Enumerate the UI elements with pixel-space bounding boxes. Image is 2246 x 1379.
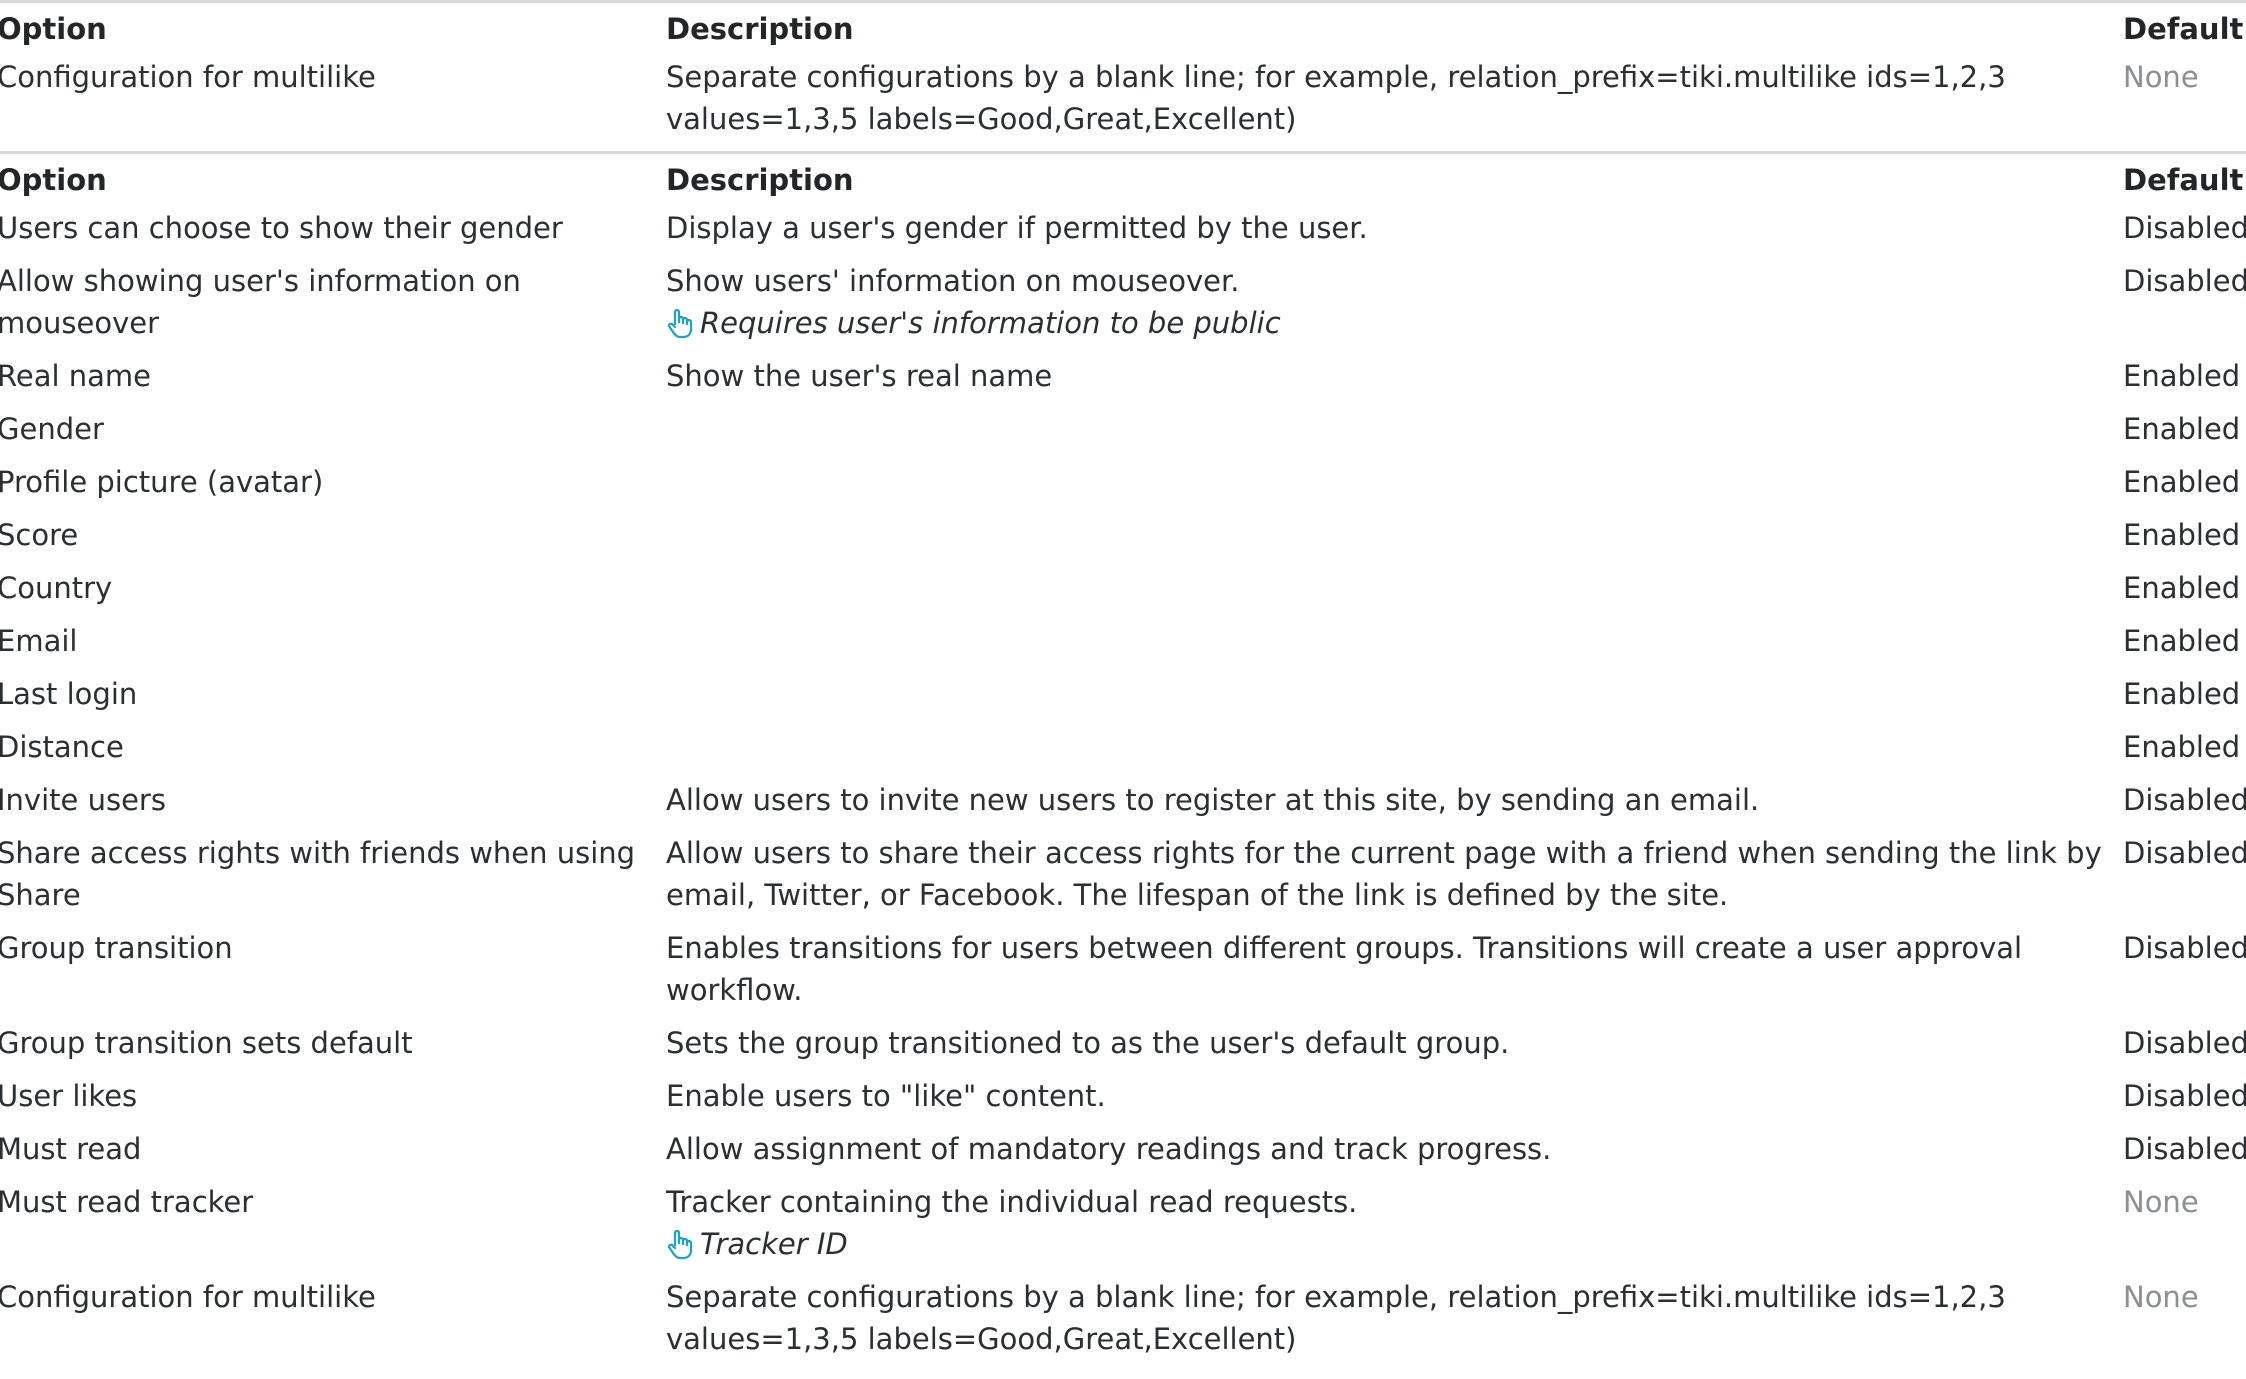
- option-description: Allow users to share their access rights…: [666, 836, 2102, 912]
- option-default: Disabled: [2123, 931, 2246, 965]
- table-row: Allow showing user's information on mous…: [0, 260, 2246, 355]
- option-default: Disabled: [2123, 1026, 2246, 1060]
- option-label: Configuration for multilike: [0, 60, 376, 94]
- option-default: Enabled: [2123, 730, 2241, 764]
- option-description: Show the user's real name: [666, 359, 1053, 393]
- pointing-hand-icon: [666, 1227, 694, 1261]
- option-default: Disabled: [2123, 211, 2246, 245]
- option-description: Separate configurations by a blank line;…: [666, 60, 2006, 136]
- option-default: Disabled: [2123, 783, 2246, 817]
- table-row: Score Enabled: [0, 514, 2246, 567]
- option-hint-text: Tracker ID: [700, 1227, 848, 1261]
- table-row: Configuration for multilike Separate conf…: [0, 56, 2246, 151]
- option-description-cell: Allow users to share their access rights…: [666, 832, 2123, 916]
- pointing-hand-icon: [666, 306, 694, 340]
- table-row: Users can choose to show their gender Dis…: [0, 207, 2246, 260]
- option-description-cell: Enables transitions for users between di…: [666, 927, 2123, 1011]
- option-default: Disabled: [2123, 264, 2246, 298]
- preferences-page: Option Description Default Configuration…: [0, 0, 2246, 1371]
- table-row: Gender Enabled: [0, 408, 2246, 461]
- header-option: Option: [0, 12, 107, 46]
- option-description-cell: Allow assignment of mandatory readings a…: [666, 1128, 2123, 1170]
- option-hint: Tracker ID: [666, 1223, 2103, 1265]
- table-row: Real name Show the user's real name Enable…: [0, 355, 2246, 408]
- option-description: Display a user's gender if permitted by …: [666, 211, 1368, 245]
- option-label: Group transition sets default: [0, 1026, 413, 1060]
- table-header: Option Description Default: [0, 154, 2246, 207]
- table-row: User likes Enable users to "like" content…: [0, 1075, 2246, 1128]
- option-hint-text: Requires user's information to be public: [700, 306, 1281, 340]
- option-label: Email: [0, 624, 78, 658]
- header-default: Default: [2123, 163, 2244, 197]
- table-row: Country Enabled: [0, 567, 2246, 620]
- option-description-cell: Show the user's real name: [666, 355, 2123, 397]
- option-label: Invite users: [0, 783, 166, 817]
- option-description: Tracker containing the individual read r…: [666, 1185, 1358, 1219]
- option-label: Real name: [0, 359, 151, 393]
- option-default: Disabled: [2123, 1132, 2246, 1166]
- option-label: Gender: [0, 412, 104, 446]
- option-default: Enabled: [2123, 518, 2241, 552]
- option-description-cell: Tracker containing the individual read r…: [666, 1181, 2123, 1265]
- option-description-cell: Display a user's gender if permitted by …: [666, 207, 2123, 249]
- option-default: Enabled: [2123, 677, 2241, 711]
- option-default: Enabled: [2123, 359, 2241, 393]
- option-default: None: [2123, 1280, 2199, 1314]
- table-row: Invite users Allow users to invite new us…: [0, 779, 2246, 832]
- table-row: Group transition sets default Sets the gr…: [0, 1022, 2246, 1075]
- table-row: Last login Enabled: [0, 673, 2246, 726]
- option-label: Users can choose to show their gender: [0, 211, 563, 245]
- option-default: Enabled: [2123, 624, 2241, 658]
- option-label: User likes: [0, 1079, 138, 1113]
- option-description: Allow assignment of mandatory readings a…: [666, 1132, 1552, 1166]
- header-default: Default: [2123, 12, 2244, 46]
- option-label: Configuration for multilike: [0, 1280, 376, 1314]
- option-description: Show users' information on mouseover.: [666, 264, 1240, 298]
- option-label: Share access rights with friends when us…: [0, 836, 636, 912]
- header-description: Description: [666, 163, 854, 197]
- option-label: Last login: [0, 677, 138, 711]
- option-label: Allow showing user's information on mous…: [0, 264, 521, 340]
- option-default: Enabled: [2123, 412, 2241, 446]
- header-option: Option: [0, 163, 107, 197]
- option-description-cell: Enable users to "like" content.: [666, 1075, 2123, 1117]
- option-label: Must read: [0, 1132, 142, 1166]
- option-default: Enabled: [2123, 465, 2241, 499]
- table-row: Must read tracker Tracker containing the …: [0, 1181, 2246, 1276]
- option-label: Country: [0, 571, 113, 605]
- option-description: Enable users to "like" content.: [666, 1079, 1106, 1113]
- option-label: Must read tracker: [0, 1185, 254, 1219]
- option-label: Distance: [0, 730, 124, 764]
- header-description: Description: [666, 12, 854, 46]
- option-hint: Requires user's information to be public: [666, 302, 2103, 344]
- option-default: Disabled: [2123, 1079, 2246, 1113]
- option-label: Profile picture (avatar): [0, 465, 324, 499]
- option-description-cell: Allow users to invite new users to regis…: [666, 779, 2123, 821]
- table-row: Distance Enabled: [0, 726, 2246, 779]
- option-description-cell: Separate configurations by a blank line;…: [666, 56, 2123, 140]
- table-row: Group transition Enables transitions for …: [0, 927, 2246, 1022]
- option-description: Allow users to invite new users to regis…: [666, 783, 1760, 817]
- table-row: Email Enabled: [0, 620, 2246, 673]
- option-description: Separate configurations by a blank line;…: [666, 1280, 2006, 1356]
- option-label: Score: [0, 518, 79, 552]
- option-description-cell: Show users' information on mouseover. Req…: [666, 260, 2123, 344]
- user-features-table: Option Description Default Users can cho…: [0, 154, 2246, 1371]
- table-row: Must read Allow assignment of mandatory r…: [0, 1128, 2246, 1181]
- table-row: Profile picture (avatar) Enabled: [0, 461, 2246, 514]
- table-row: Share access rights with friends when us…: [0, 832, 2246, 927]
- option-description: Enables transitions for users between di…: [666, 931, 2023, 1007]
- option-description-cell: Sets the group transitioned to as the us…: [666, 1022, 2123, 1064]
- option-default: None: [2123, 60, 2199, 94]
- table-row: Configuration for multilike Separate conf…: [0, 1276, 2246, 1371]
- option-default: Enabled: [2123, 571, 2241, 605]
- option-description: Sets the group transitioned to as the us…: [666, 1026, 1510, 1060]
- multilike-table: Option Description Default Configuration…: [0, 3, 2246, 151]
- option-label: Group transition: [0, 931, 233, 965]
- option-description-cell: Separate configurations by a blank line;…: [666, 1276, 2123, 1360]
- option-default: None: [2123, 1185, 2199, 1219]
- option-default: Disabled: [2123, 836, 2246, 870]
- table-header: Option Description Default: [0, 3, 2246, 56]
